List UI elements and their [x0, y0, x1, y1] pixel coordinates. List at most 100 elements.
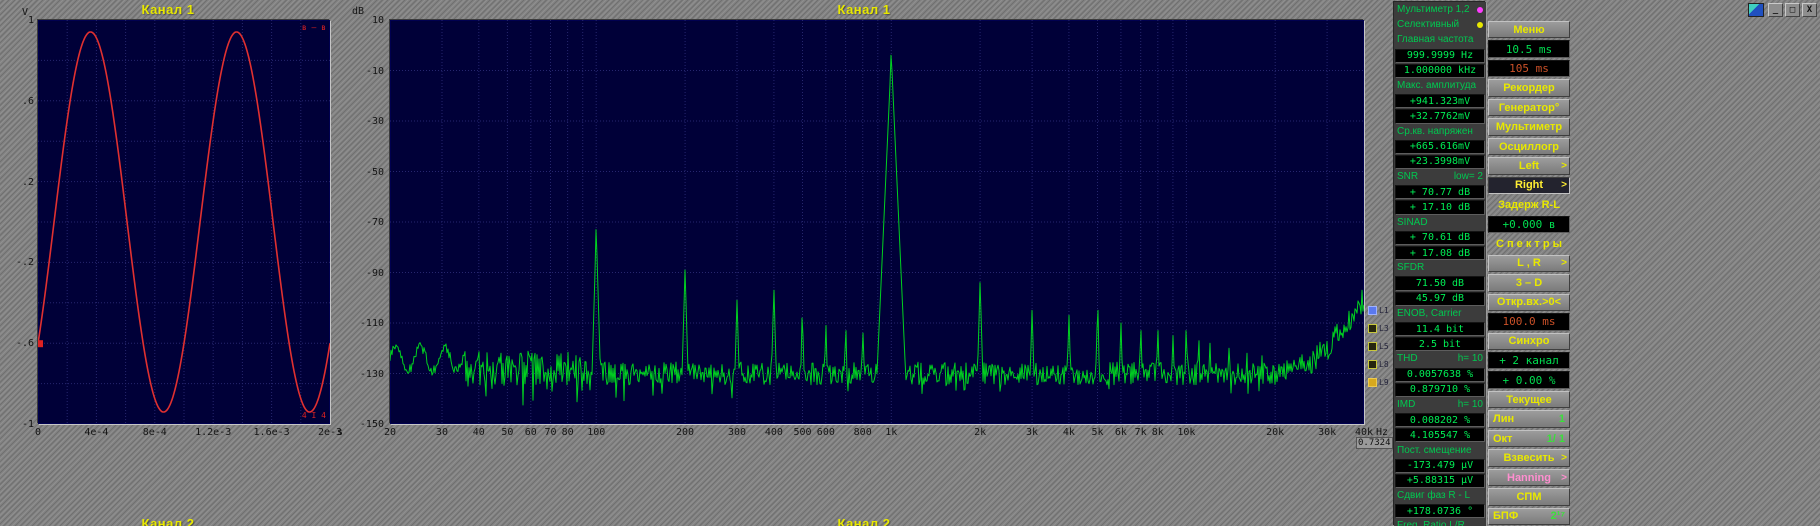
lin-scale-button[interactable]: Лин 1 — [1488, 410, 1570, 428]
readout-row: 0.008202 % — [1394, 412, 1486, 428]
measurement-readouts-panel: Мультиметр 1,2 Селективный Главная частота… — [1394, 2, 1486, 526]
spectrum-y-tick: -50 — [365, 166, 384, 178]
spectrum-y-tick: -70 — [365, 217, 384, 228]
spectrum-y-tick: -90 — [365, 267, 384, 279]
scope-x-tick: 8e-4 — [142, 427, 167, 438]
oscilloscope-plot[interactable]: в – в 4 I 4 — [38, 20, 330, 424]
spectrum-marker-L9[interactable] — [1368, 378, 1377, 387]
time-window-r-value[interactable]: 105 ms — [1488, 59, 1570, 78]
enob-label: ENOB, Carrier — [1394, 306, 1486, 321]
scope-x-tick: 4e-4 — [84, 427, 109, 438]
menu-row: Генератор° — [1488, 98, 1570, 117]
rms-voltage-l-value: +665.616mV — [1395, 139, 1485, 154]
spectrum-marker-L3[interactable] — [1368, 324, 1377, 333]
spectrum-y-tick: -150 — [359, 419, 384, 430]
readout-row: 999.9999 Hz — [1394, 48, 1486, 63]
spectra-3d-button[interactable]: 3 – D — [1488, 274, 1570, 292]
menu-button[interactable]: Меню — [1488, 21, 1570, 39]
spectrum-marker-label: L1 — [1379, 306, 1389, 315]
selective-header-indicator — [1477, 21, 1483, 28]
percent-value[interactable]: + 0.00 % — [1488, 371, 1570, 389]
spectrum-x-tick: 60 — [524, 427, 537, 438]
sync-button-label: Синхро — [1508, 335, 1550, 348]
readout-row: 4.105547 % — [1394, 427, 1486, 443]
menu-row: + 0.00 % — [1488, 371, 1570, 389]
chevron-right-icon: > — [1561, 160, 1567, 172]
scope-x-tick: 1.2e-3 — [195, 427, 232, 438]
spectrum-marker-L5[interactable] — [1368, 342, 1377, 351]
spectra-3d-button-label: 3 – D — [1515, 276, 1543, 289]
buffer-time-value[interactable]: 100.0 ms — [1488, 313, 1570, 331]
imd-label: IMD h= 10 — [1394, 397, 1486, 412]
spectrum-marker-L1[interactable] — [1368, 306, 1377, 315]
spectrum-y-tick: 10 — [371, 15, 384, 26]
spectrum-x-tick: 70 — [544, 427, 557, 438]
next-row-title-spectrum: Канал 2 — [837, 517, 891, 526]
fft-size-button[interactable]: БПФ 2¹⁷ — [1488, 507, 1570, 526]
chevron-right-icon: > — [1561, 257, 1567, 269]
menu-row: Hanning > — [1488, 468, 1570, 487]
weighting-button[interactable]: Взвесить > — [1488, 449, 1570, 467]
recorder-button-label: Рекордер — [1503, 82, 1555, 95]
scope-y-tick: .6 — [21, 95, 34, 107]
open-input-button[interactable]: Откр.вх.>0< — [1488, 293, 1570, 312]
readout-row: 11.4 bit — [1394, 321, 1486, 337]
spectrum-marker-L8[interactable] — [1368, 360, 1377, 369]
left-channel-button[interactable]: Left > — [1488, 157, 1570, 175]
selective-header-text: Селективный — [1397, 19, 1460, 31]
max-amplitude-label-text: Макс. амплитуда — [1397, 80, 1477, 92]
generator-button[interactable]: Генератор° — [1488, 98, 1570, 117]
imd-l-value: 0.008202 % — [1395, 413, 1485, 428]
menu-row: Взвесить > — [1488, 449, 1570, 467]
app-icon[interactable] — [1748, 3, 1764, 17]
spectra-lr-button[interactable]: L , R > — [1488, 254, 1570, 273]
main-frequency-r-value: 1.000000 kHz — [1395, 63, 1485, 78]
readout-row: 0.0057638 % — [1394, 367, 1486, 382]
readout-row: 0.879710 % — [1394, 382, 1486, 397]
maximize-button[interactable]: □ — [1785, 3, 1800, 17]
selective-header[interactable]: Селективный — [1394, 17, 1486, 32]
close-button[interactable]: X — [1802, 3, 1817, 17]
lin-scale-button-value: 1 — [1558, 413, 1565, 426]
right-channel-button[interactable]: Right > — [1488, 176, 1570, 195]
enob-r-value: 2.5 bit — [1395, 337, 1485, 352]
thd-label-param: h= 10 — [1457, 353, 1483, 365]
two-channel-value[interactable]: + 2 канал — [1488, 351, 1570, 370]
menu-button-label: Меню — [1513, 23, 1545, 36]
spectrum-x-tick: 50 — [501, 427, 514, 438]
menu-row: Мультиметр — [1488, 118, 1570, 136]
generator-button-label: Генератор° — [1498, 101, 1560, 114]
time-window-l-value[interactable]: 10.5 ms — [1488, 40, 1570, 58]
menu-row: Текущее — [1488, 390, 1570, 409]
multimeter-header-indicator — [1477, 6, 1483, 13]
spectrum-y-tick: -30 — [365, 116, 384, 127]
psd-button[interactable]: СПМ — [1488, 488, 1570, 506]
spectrum-marker-label: L3 — [1379, 324, 1389, 333]
spectrum-marker-label: L5 — [1379, 342, 1389, 351]
spectrum-x-tick: 6k — [1114, 427, 1127, 438]
scope-x-tick: 2e-3 — [317, 427, 343, 438]
octave-button[interactable]: Окт 1/ 1 — [1488, 429, 1570, 448]
multimeter-header[interactable]: Мультиметр 1,2 — [1394, 2, 1486, 17]
readout-row: +5.88315 µV — [1394, 473, 1486, 488]
oscilloscope-button[interactable]: Осциллогр — [1488, 137, 1570, 156]
readout-row: + 70.77 dB — [1394, 184, 1486, 200]
multimeter-button[interactable]: Мультиметр — [1488, 118, 1570, 136]
window-function-button[interactable]: Hanning > — [1488, 468, 1570, 487]
menu-row: БПФ 2¹⁷ — [1488, 507, 1570, 526]
spectrum-plot[interactable] — [390, 20, 1364, 424]
sync-button[interactable]: Синхро — [1488, 332, 1570, 350]
current-button[interactable]: Текущее — [1488, 390, 1570, 409]
recorder-button[interactable]: Рекордер — [1488, 79, 1570, 97]
readout-row: + 70.61 dB — [1394, 230, 1486, 245]
right-channel-button-label: Right — [1514, 179, 1544, 192]
readout-row: 71.50 dB — [1394, 275, 1486, 291]
minimize-button[interactable]: _ — [1768, 3, 1783, 17]
menu-row: 105 ms — [1488, 59, 1570, 78]
multimeter-button-label: Мультиметр — [1495, 121, 1563, 134]
spectrum-y-tick: -110 — [359, 318, 384, 329]
delay-value[interactable]: +0.000 в — [1488, 215, 1570, 234]
fft-size-button-value: 2¹⁷ — [1550, 510, 1565, 523]
readout-row: +178.0736 ° — [1394, 503, 1486, 519]
readout-row: +665.616mV — [1394, 139, 1486, 154]
